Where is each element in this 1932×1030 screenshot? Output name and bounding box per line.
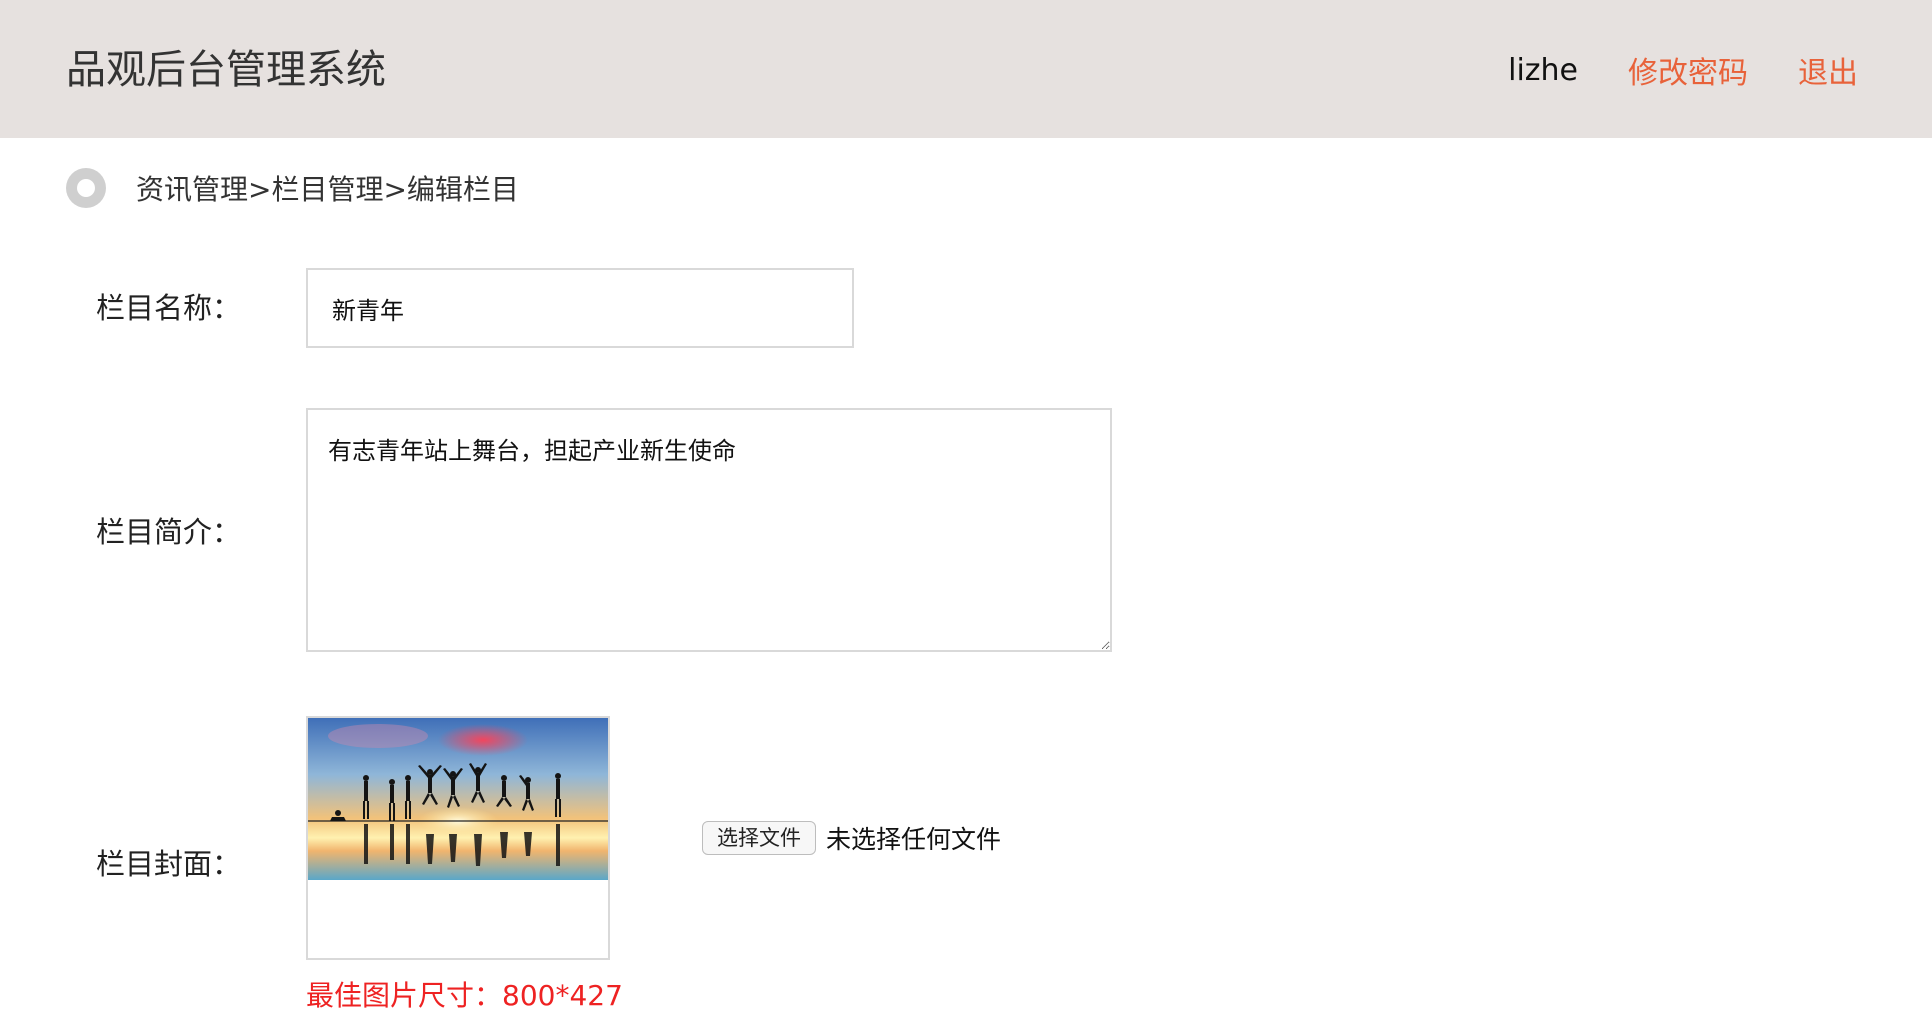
column-intro-textarea[interactable]: 有志青年站上舞台，担起产业新生使命 [306, 408, 1112, 652]
image-size-hint: 最佳图片尺寸：800*427 [306, 979, 623, 1012]
breadcrumb: 资讯管理>栏目管理>编辑栏目 [136, 173, 519, 206]
change-password-link[interactable]: 修改密码 [1628, 48, 1748, 92]
header-user-area: lizhe 修改密码 退出 [1508, 48, 1858, 92]
breadcrumb-row: 资讯管理>栏目管理>编辑栏目 [66, 168, 519, 208]
logout-link[interactable]: 退出 [1798, 48, 1858, 92]
app-title: 品观后台管理系统 [66, 47, 386, 93]
cover-image [308, 718, 608, 880]
choose-file-button[interactable]: 选择文件 [702, 821, 816, 855]
column-name-label: 栏目名称： [96, 291, 242, 325]
circle-bullet-icon [66, 168, 106, 208]
cover-preview [306, 716, 610, 960]
column-cover-label: 栏目封面： [96, 847, 242, 881]
username: lizhe [1508, 52, 1578, 88]
file-picker: 选择文件 未选择任何文件 [702, 820, 1001, 856]
file-status-text: 未选择任何文件 [826, 825, 1002, 854]
column-name-input[interactable] [306, 268, 854, 348]
column-intro-label: 栏目简介： [96, 515, 242, 549]
top-header: 品观后台管理系统 lizhe 修改密码 退出 [0, 0, 1932, 138]
